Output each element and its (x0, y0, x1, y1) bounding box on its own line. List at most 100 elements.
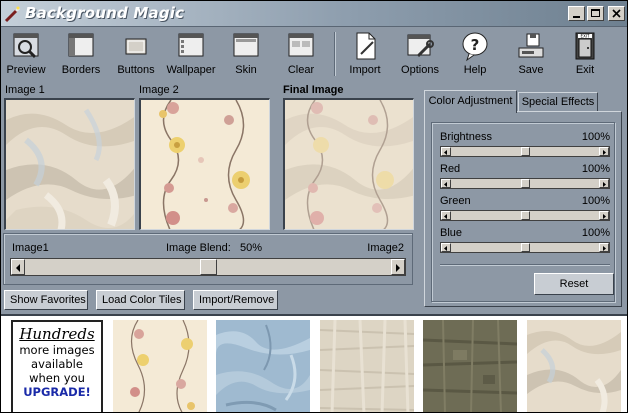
import-remove-button[interactable]: Import/Remove (193, 290, 278, 310)
help-label: Help (463, 64, 487, 76)
arrow-right-icon (603, 182, 606, 187)
show-favorites-button[interactable]: Show Favorites (4, 290, 88, 310)
upgrade-line2: more images (19, 343, 95, 357)
upgrade-promo-tile[interactable]: Hundreds more images available when you … (11, 320, 103, 412)
clear-button[interactable]: Clear (279, 30, 323, 78)
upgrade-line1: Hundreds (19, 325, 95, 343)
arrow-left-icon (444, 150, 447, 155)
blend-slider-left-arrow[interactable] (11, 259, 25, 275)
red-slider[interactable] (440, 178, 610, 189)
final-image-label: Final Image (283, 84, 344, 96)
app-window: Background Magic Preview Borders Buttons… (0, 0, 628, 413)
red-thumb[interactable] (520, 179, 530, 188)
blue-slider[interactable] (440, 242, 610, 253)
blend-slider-right-arrow[interactable] (391, 259, 405, 275)
brightness-thumb[interactable] (520, 147, 530, 156)
brightness-slider[interactable] (440, 146, 610, 157)
wallpaper-label: Wallpaper (166, 64, 216, 76)
toolbar: Preview Borders Buttons Wallpaper Skin C… (1, 28, 627, 80)
image1-label: Image 1 (5, 84, 45, 96)
blend-slider[interactable] (10, 258, 406, 276)
thumbnail-floral[interactable] (113, 320, 207, 412)
thumbnail-blue-stucco[interactable] (216, 320, 310, 412)
green-slider[interactable] (440, 210, 610, 221)
reset-button[interactable]: Reset (534, 273, 614, 295)
marble-texture-image (6, 100, 134, 229)
brightness-left-arrow[interactable] (441, 147, 451, 156)
load-color-tiles-button[interactable]: Load Color Tiles (96, 290, 185, 310)
exit-button[interactable]: EXIT Exit (563, 30, 607, 78)
arrow-left-icon (444, 214, 447, 219)
blue-stucco-thumbnail-image (216, 320, 310, 412)
blend-caption-label: Image Blend: (166, 242, 231, 254)
blue-left-arrow[interactable] (441, 243, 451, 252)
window-title: Background Magic (25, 4, 185, 22)
buttons-label: Buttons (117, 64, 155, 76)
green-row: Green 100% (440, 195, 610, 223)
maximize-icon (591, 9, 600, 17)
exit-label: Exit (575, 64, 595, 76)
import-icon (356, 32, 376, 60)
red-row: Red 100% (440, 163, 610, 191)
borders-label: Borders (61, 64, 101, 76)
upgrade-line4: when you (29, 371, 85, 385)
clear-icon (288, 33, 314, 57)
clear-label: Clear (287, 64, 315, 76)
upgrade-line3: available (31, 357, 83, 371)
minimize-icon (573, 16, 580, 18)
brightness-row: Brightness 100% (440, 131, 610, 159)
save-label: Save (518, 64, 544, 76)
help-button[interactable]: ? Help (453, 30, 497, 78)
options-button[interactable]: Options (397, 30, 443, 78)
image2-label: Image 2 (139, 84, 179, 96)
arrow-right-icon (396, 264, 400, 272)
blend-slider-thumb[interactable] (199, 259, 217, 275)
import-button[interactable]: Import (343, 30, 387, 78)
close-button[interactable] (608, 6, 625, 21)
borders-button[interactable]: Borders (59, 30, 103, 78)
red-right-arrow[interactable] (599, 179, 609, 188)
blue-right-arrow[interactable] (599, 243, 609, 252)
green-left-arrow[interactable] (441, 211, 451, 220)
arrow-left-icon (444, 182, 447, 187)
tab-color-adjustment[interactable]: Color Adjustment (424, 90, 517, 113)
preview-button[interactable]: Preview (4, 30, 48, 78)
marble-thumbnail-image (527, 320, 621, 412)
minimize-button[interactable] (568, 6, 585, 21)
tab-special-effects[interactable]: Special Effects (518, 92, 598, 112)
brightness-value: 100% (581, 131, 610, 143)
brightness-label: Brightness (440, 131, 492, 143)
green-thumb[interactable] (520, 211, 530, 220)
skin-button[interactable]: Skin (224, 30, 268, 78)
preview-label: Preview (6, 64, 46, 76)
final-image-preview[interactable] (283, 98, 414, 230)
thumbnail-green-stone[interactable] (423, 320, 517, 412)
svg-text:EXIT: EXIT (581, 34, 590, 39)
blue-thumb[interactable] (520, 243, 530, 252)
skin-icon (233, 33, 259, 57)
green-right-arrow[interactable] (599, 211, 609, 220)
brightness-right-arrow[interactable] (599, 147, 609, 156)
blue-label: Blue (440, 227, 463, 239)
thumbnail-marble[interactable] (527, 320, 621, 412)
preview-icon (13, 33, 39, 59)
color-adjustment-panel: Brightness 100% Red 100% Green 100% Blue… (424, 111, 622, 307)
arrow-right-icon (603, 150, 606, 155)
arrow-right-icon (603, 246, 606, 251)
maximize-button[interactable] (587, 6, 604, 21)
exit-icon: EXIT (575, 32, 595, 60)
green-value: 100% (581, 195, 610, 207)
thumbnail-beige-lines[interactable] (320, 320, 414, 412)
red-left-arrow[interactable] (441, 179, 451, 188)
title-bar[interactable]: Background Magic (1, 1, 627, 27)
blue-row: Blue 100% (440, 227, 610, 255)
image1-preview[interactable] (4, 98, 135, 230)
blend-caption: Image Blend: 50% (166, 242, 262, 254)
buttons-button[interactable]: Buttons (114, 30, 158, 78)
import-label: Import (349, 64, 381, 76)
wallpaper-button[interactable]: Wallpaper (164, 30, 218, 78)
image2-preview[interactable] (139, 98, 270, 230)
skin-label: Skin (235, 64, 257, 76)
save-button[interactable]: Save (509, 30, 553, 78)
borders-icon (68, 33, 94, 57)
